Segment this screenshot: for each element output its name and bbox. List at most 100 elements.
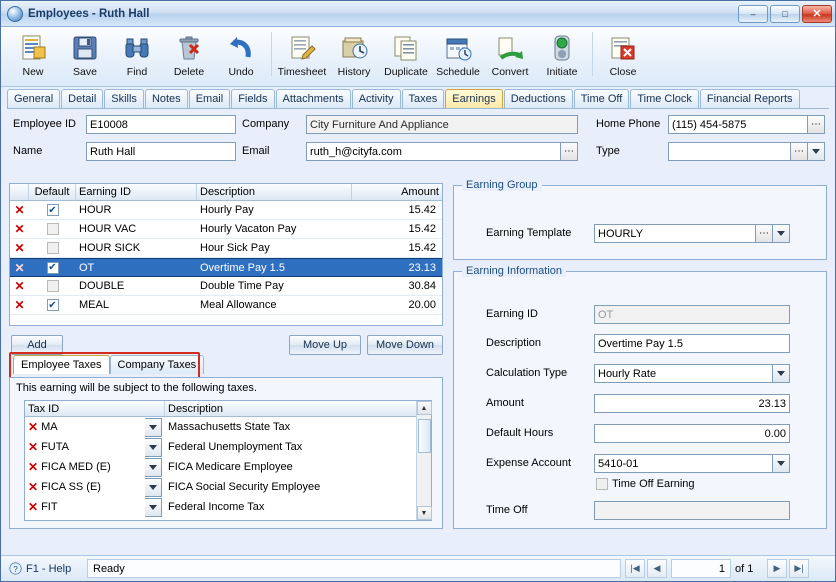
table-row[interactable]: ✕ DOUBLE Double Time Pay 30.84 <box>10 277 442 296</box>
table-row[interactable]: ✕ FICA SS (E) FICA Social Security Employ… <box>25 477 416 497</box>
previous-record-button[interactable]: ◀ <box>647 559 667 578</box>
row-default-checkbox[interactable] <box>46 242 59 254</box>
employee-id-input[interactable]: E10008 <box>86 115 236 134</box>
tax-grid-scrollbar[interactable]: ▲ ▼ <box>416 401 432 520</box>
row-delete-icon[interactable]: ✕ <box>28 420 38 434</box>
scroll-down-icon[interactable]: ▼ <box>416 506 432 520</box>
table-row[interactable]: ✕ HOUR VAC Hourly Vacaton Pay 15.42 <box>10 220 442 239</box>
tab-taxes[interactable]: Taxes <box>401 89 445 108</box>
toolbar-history-button[interactable]: History <box>328 30 380 78</box>
calculation-type-field[interactable]: Hourly Rate <box>594 364 773 383</box>
table-row-selected[interactable]: ✕ ✔ OT Overtime Pay 1.5 23.13 <box>10 258 442 277</box>
earning-template-input[interactable]: HOURLY <box>594 224 756 243</box>
tax-id-dropdown-button[interactable] <box>145 417 162 437</box>
amount-field[interactable]: 23.13 <box>594 394 790 413</box>
col-earning-id[interactable]: Earning ID <box>76 184 197 200</box>
page-number-input[interactable]: 1 <box>671 559 731 578</box>
tax-id-dropdown-button[interactable] <box>145 437 162 457</box>
time-off-earning-checkbox[interactable] <box>596 478 608 490</box>
row-default-checkbox[interactable]: ✔ <box>46 204 59 216</box>
help-hint[interactable]: ? F1 - Help <box>1 562 87 575</box>
type-ellipsis-button[interactable]: ⋯ <box>791 142 808 161</box>
toolbar-save-button[interactable]: Save <box>59 30 111 78</box>
tab-activity[interactable]: Activity <box>351 89 401 108</box>
row-delete-icon[interactable]: ✕ <box>14 203 24 217</box>
toolbar-initiate-button[interactable]: Initiate <box>536 30 588 78</box>
row-default-checkbox[interactable] <box>46 280 59 292</box>
type-dropdown-button[interactable] <box>808 142 825 161</box>
email-ellipsis-button[interactable]: ⋯ <box>561 142 578 161</box>
table-row[interactable]: ✕ FUTA Federal Unemployment Tax <box>25 437 416 457</box>
row-delete-icon[interactable]: ✕ <box>14 279 24 293</box>
close-button[interactable]: ✕ <box>802 4 832 23</box>
toolbar-timesheet-button[interactable]: Timesheet <box>276 30 328 78</box>
tab-email[interactable]: Email <box>188 89 231 108</box>
expense-account-field[interactable]: 5410-01 <box>594 454 773 473</box>
row-delete-icon[interactable]: ✕ <box>14 222 24 236</box>
home-phone-input[interactable]: (115) 454-5875 <box>668 115 808 134</box>
row-delete-icon[interactable]: ✕ <box>14 298 24 312</box>
tab-skills[interactable]: Skills <box>104 89 144 108</box>
toolbar-undo-button[interactable]: Undo <box>215 30 267 78</box>
tab-general[interactable]: General <box>7 89 61 108</box>
earning-template-dropdown-button[interactable] <box>773 224 790 243</box>
tax-id-dropdown-button[interactable] <box>145 497 162 517</box>
row-delete-icon[interactable]: ✕ <box>28 480 38 494</box>
table-row[interactable]: ✕ MA Massachusetts State Tax <box>25 417 416 437</box>
tab-detail[interactable]: Detail <box>61 89 104 108</box>
minimize-button[interactable]: – <box>738 4 768 23</box>
col-tax-description[interactable]: Description <box>165 401 416 416</box>
col-default[interactable]: Default <box>29 184 76 200</box>
tab-time-off[interactable]: Time Off <box>573 89 630 108</box>
maximize-button[interactable]: □ <box>770 4 800 23</box>
type-input[interactable] <box>668 142 791 161</box>
row-default-checkbox[interactable]: ✔ <box>46 299 59 311</box>
first-record-button[interactable]: |◀ <box>625 559 645 578</box>
row-delete-icon[interactable]: ✕ <box>28 460 38 474</box>
tab-financial-reports[interactable]: Financial Reports <box>699 89 800 108</box>
last-record-button[interactable]: ▶| <box>789 559 809 578</box>
move-up-button[interactable]: Move Up <box>289 335 361 355</box>
table-row[interactable]: ✕ ✔ MEAL Meal Allowance 20.00 <box>10 296 442 315</box>
move-down-button[interactable]: Move Down <box>367 335 443 355</box>
next-record-button[interactable]: ▶ <box>767 559 787 578</box>
name-input[interactable]: Ruth Hall <box>86 142 236 161</box>
toolbar-find-button[interactable]: Find <box>111 30 163 78</box>
tab-earnings[interactable]: Earnings <box>445 89 503 108</box>
row-delete-icon[interactable]: ✕ <box>14 261 24 275</box>
row-default-checkbox[interactable]: ✔ <box>46 261 59 274</box>
toolbar-close-button[interactable]: Close <box>597 30 649 78</box>
toolbar-new-button[interactable]: New <box>7 30 59 78</box>
col-amount[interactable]: Amount <box>352 184 442 200</box>
table-row[interactable]: ✕ FICA MED (E) FICA Medicare Employee <box>25 457 416 477</box>
toolbar-duplicate-button[interactable]: Duplicate <box>380 30 432 78</box>
tax-id-dropdown-button[interactable] <box>145 477 162 497</box>
tab-deductions[interactable]: Deductions <box>503 89 573 108</box>
table-row[interactable]: ✕ HOUR SICK Hour Sick Pay 15.42 <box>10 239 442 258</box>
col-description[interactable]: Description <box>197 184 352 200</box>
row-delete-icon[interactable]: ✕ <box>28 500 38 514</box>
row-delete-icon[interactable]: ✕ <box>14 241 24 255</box>
tax-id-dropdown-button[interactable] <box>145 457 162 477</box>
toolbar-schedule-button[interactable]: Schedule <box>432 30 484 78</box>
scroll-up-icon[interactable]: ▲ <box>416 401 432 415</box>
table-row[interactable]: ✕ ✔ HOUR Hourly Pay 15.42 <box>10 201 442 220</box>
tab-time-clock[interactable]: Time Clock <box>630 89 699 108</box>
home-phone-ellipsis-button[interactable]: ⋯ <box>808 115 825 134</box>
default-hours-field[interactable]: 0.00 <box>594 424 790 443</box>
tab-attachments[interactable]: Attachments <box>275 89 351 108</box>
email-input[interactable]: ruth_h@cityfa.com <box>306 142 561 161</box>
row-default-checkbox[interactable] <box>46 223 59 235</box>
scroll-thumb[interactable] <box>417 419 431 453</box>
toolbar-convert-button[interactable]: Convert <box>484 30 536 78</box>
earning-template-ellipsis-button[interactable]: ⋯ <box>756 224 773 243</box>
table-row[interactable]: ✕ FIT Federal Income Tax <box>25 497 416 517</box>
tab-notes[interactable]: Notes <box>144 89 188 108</box>
col-tax-id[interactable]: Tax ID <box>25 401 165 416</box>
calculation-type-dropdown-button[interactable] <box>773 364 790 383</box>
toolbar-delete-button[interactable]: Delete <box>163 30 215 78</box>
time-off-earning-checkbox-row[interactable]: Time Off Earning <box>596 478 695 490</box>
email-link[interactable]: ruth_h@cityfa.com <box>310 146 402 158</box>
tab-fields[interactable]: Fields <box>231 89 275 108</box>
row-delete-icon[interactable]: ✕ <box>28 440 38 454</box>
